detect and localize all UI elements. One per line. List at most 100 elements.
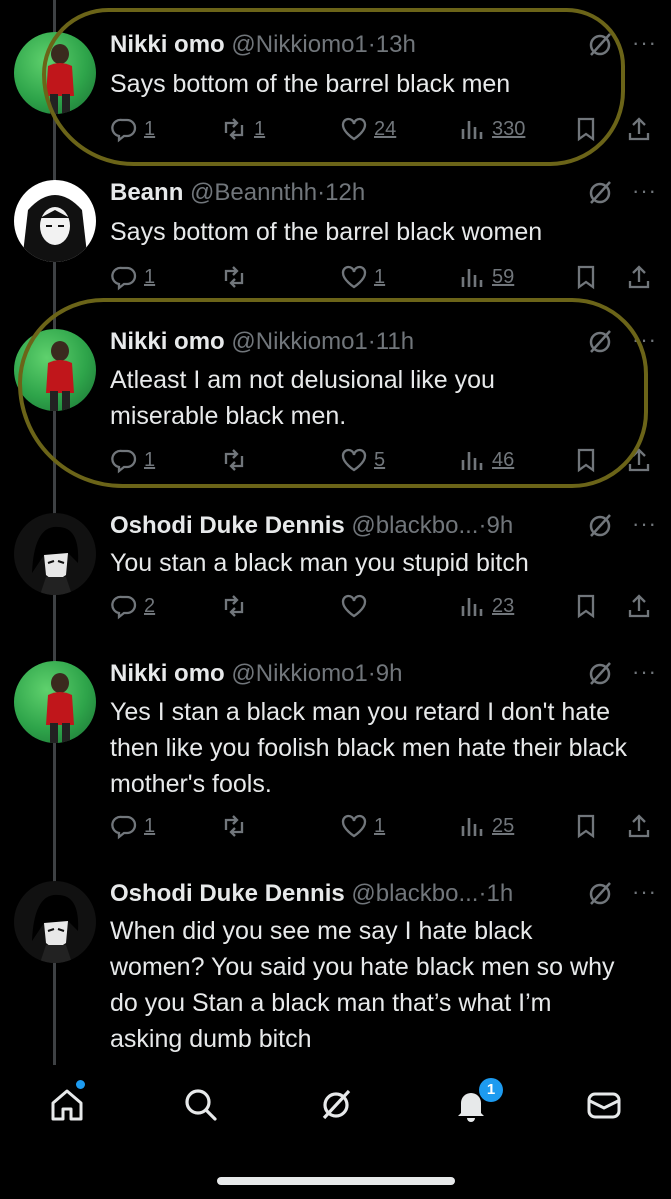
author-name[interactable]: Oshodi Duke Dennis — [110, 512, 345, 539]
share-icon — [628, 448, 650, 472]
avatar[interactable] — [14, 661, 96, 743]
reply-button[interactable]: 1 — [110, 809, 155, 843]
grok-icon[interactable] — [585, 30, 615, 60]
author-name[interactable]: Oshodi Duke Dennis — [110, 880, 345, 907]
views-icon — [461, 121, 483, 139]
like-count: 1 — [374, 814, 386, 837]
avatar[interactable] — [14, 881, 96, 963]
author-handle[interactable]: @blackbo... — [351, 880, 478, 907]
author-handle[interactable]: @Nikkiomo1 — [231, 328, 367, 355]
tweet-actions: 1 1 25 — [110, 809, 650, 843]
search-icon[interactable] — [181, 1085, 221, 1125]
reply-button[interactable]: 1 — [110, 260, 155, 294]
retweet-icon — [224, 595, 244, 617]
bookmark-button[interactable] — [572, 809, 600, 843]
more-icon[interactable]: ··· — [632, 509, 657, 539]
views-button[interactable]: 330 — [458, 112, 525, 146]
share-button[interactable] — [625, 589, 653, 623]
timestamp[interactable]: 9h — [486, 512, 513, 539]
avatar[interactable] — [14, 329, 96, 411]
tweet[interactable]: Nikki omo @Nikkiomo1·13h ··· Says bottom… — [0, 28, 671, 148]
views-icon — [461, 452, 483, 470]
reply-button[interactable]: 2 — [110, 589, 155, 623]
views-button[interactable]: 25 — [458, 809, 514, 843]
avatar[interactable] — [14, 32, 96, 114]
heart-icon — [341, 594, 367, 618]
home-icon[interactable] — [47, 1085, 87, 1125]
tweet[interactable]: Oshodi Duke Dennis @blackbo...·1h ··· Wh… — [0, 877, 671, 1062]
retweet-button[interactable] — [220, 260, 254, 294]
share-button[interactable] — [625, 443, 653, 477]
author-handle[interactable]: @Beannthh — [190, 179, 317, 206]
bookmark-icon — [577, 265, 595, 290]
like-button[interactable]: 1 — [340, 260, 385, 294]
views-button[interactable]: 23 — [458, 589, 514, 623]
grok-icon[interactable] — [585, 511, 615, 541]
share-button[interactable] — [625, 260, 653, 294]
share-button[interactable] — [625, 112, 653, 146]
reply-icon — [111, 815, 137, 840]
tweet-text: Says bottom of the barrel black women — [110, 218, 543, 246]
more-icon[interactable]: ··· — [632, 28, 657, 58]
more-icon[interactable]: ··· — [632, 325, 657, 355]
avatar[interactable] — [14, 513, 96, 595]
more-icon[interactable]: ··· — [632, 877, 657, 907]
like-button[interactable]: 24 — [340, 112, 396, 146]
like-button[interactable]: 1 — [340, 809, 385, 843]
retweet-button[interactable] — [220, 589, 254, 623]
more-icon[interactable]: ··· — [632, 657, 657, 687]
bookmark-button[interactable] — [572, 112, 600, 146]
retweet-icon — [224, 266, 244, 288]
timestamp[interactable]: 13h — [376, 31, 416, 58]
bookmark-icon — [577, 448, 595, 473]
reply-button[interactable]: 1 — [110, 112, 155, 146]
grok-icon[interactable] — [585, 178, 615, 208]
timestamp[interactable]: 9h — [376, 660, 403, 687]
tweet[interactable]: Beann @Beannthh·12h ··· Says bottom of t… — [0, 176, 671, 296]
reply-button[interactable]: 1 — [110, 443, 155, 477]
tweet-text: Says bottom of the barrel black men — [110, 70, 511, 98]
author-handle[interactable]: @Nikkiomo1 — [231, 660, 367, 687]
share-button[interactable] — [625, 809, 653, 843]
author-name[interactable]: Nikki omo — [110, 328, 225, 355]
author-name[interactable]: Nikki omo — [110, 660, 225, 687]
retweet-count: 1 — [254, 117, 266, 140]
like-button[interactable]: 5 — [340, 443, 385, 477]
bookmark-button[interactable] — [572, 443, 600, 477]
views-button[interactable]: 46 — [458, 443, 514, 477]
reply-icon — [111, 595, 137, 620]
home-indicator[interactable] — [217, 1177, 455, 1185]
tweet[interactable]: Oshodi Duke Dennis @blackbo...·9h ··· Yo… — [0, 509, 671, 629]
views-button[interactable]: 59 — [458, 260, 514, 294]
separator: · — [367, 328, 376, 355]
retweet-icon — [224, 118, 244, 140]
author-name[interactable]: Nikki omo — [110, 31, 225, 58]
reply-icon — [111, 266, 137, 291]
grok-icon[interactable] — [585, 879, 615, 909]
author-handle[interactable]: @Nikkiomo1 — [231, 31, 367, 58]
author-handle[interactable]: @blackbo... — [351, 512, 478, 539]
bookmark-button[interactable] — [572, 260, 600, 294]
timestamp[interactable]: 12h — [325, 179, 365, 206]
timestamp[interactable]: 11h — [376, 328, 414, 355]
tweet[interactable]: Nikki omo @Nikkiomo1·11h ··· Atleast I a… — [0, 325, 671, 475]
bookmark-button[interactable] — [572, 589, 600, 623]
author-name[interactable]: Beann — [110, 179, 183, 206]
heart-icon — [341, 117, 367, 141]
grok-icon[interactable] — [585, 659, 615, 689]
avatar[interactable] — [14, 180, 96, 262]
tweet-actions: 2 23 — [110, 589, 650, 623]
tweet[interactable]: Nikki omo @Nikkiomo1·9h ··· Yes I stan a… — [0, 657, 671, 847]
more-icon[interactable]: ··· — [632, 176, 657, 206]
like-count: 1 — [374, 265, 386, 288]
like-button[interactable] — [340, 589, 374, 623]
grok-icon[interactable] — [585, 327, 615, 357]
messages-icon[interactable] — [584, 1085, 624, 1125]
retweet-button[interactable]: 1 — [220, 112, 265, 146]
grok-icon[interactable] — [316, 1085, 356, 1125]
timestamp[interactable]: 1h — [486, 880, 513, 907]
views-icon — [461, 818, 483, 836]
retweet-button[interactable] — [220, 443, 254, 477]
retweet-icon — [224, 449, 244, 471]
retweet-button[interactable] — [220, 809, 254, 843]
